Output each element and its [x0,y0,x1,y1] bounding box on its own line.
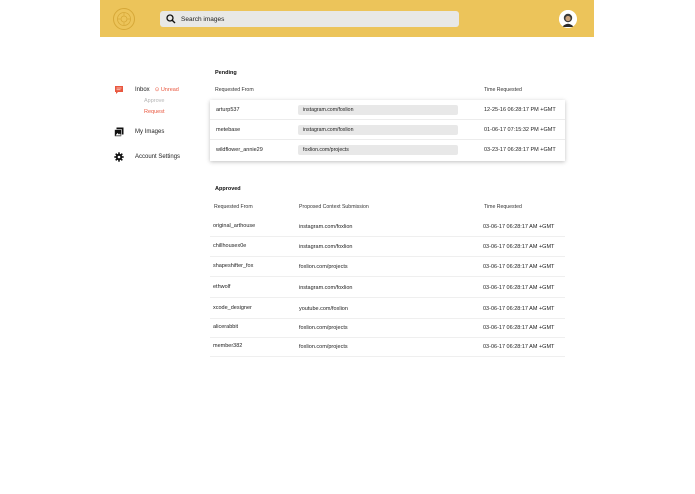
table-row[interactable]: arturp537 instagram.com/foxlion 12-25-16… [210,100,565,120]
time-requested: 12-25-16 06:28:17 PM +GMT [484,107,556,113]
submission-link[interactable]: foxlion.com/projects [299,344,348,350]
search-input[interactable] [181,15,441,23]
link-pill[interactable]: foxlion.com/projects [298,145,458,155]
table-row[interactable]: wildflower_annie29 foxlion.com/projects … [210,140,565,160]
account-settings-label: Account Settings [135,154,181,160]
requested-from: wildflower_annie29 [216,147,263,153]
table-row[interactable]: alicerabbit foxlion.com/projects 03-06-1… [210,318,565,338]
table-row[interactable]: member382 foxlion.com/projects 03-06-17 … [210,337,565,357]
approved-col-submission: Proposed Context Submission [299,204,369,210]
emblem-icon-graphic [117,12,131,26]
table-row[interactable]: shapeshifter_fox foxlion.com/projects 03… [210,257,565,277]
unread-badge: ⊙ Unread [154,87,179,93]
approved-col-time-requested: Time Requested [484,204,522,210]
requested-from: member382 [213,343,243,349]
inbox-label: Inbox [135,87,150,93]
time-requested: 03-06-17 06:28:17 AM +GMT [483,306,555,312]
emblem-icon[interactable] [113,8,135,30]
gear-icon [114,152,124,162]
submission-link[interactable]: foxlion.com/projects [299,325,348,331]
table-row[interactable]: metebase instagram.com/foxlion 01-06-17 … [210,120,565,140]
approved-title: Approved [215,186,241,192]
search-bar[interactable] [160,11,459,27]
pending-col-time-requested: Time Requested [484,87,522,93]
time-requested: 03-06-17 06:28:17 AM +GMT [483,344,555,350]
time-requested: 03-06-17 06:28:17 AM +GMT [483,325,555,331]
link-pill[interactable]: instagram.com/foxlion [298,125,458,135]
time-requested: 03-06-17 06:28:17 AM +GMT [483,224,555,230]
user-avatar[interactable] [559,10,577,28]
time-requested: 03-06-17 06:28:17 AM +GMT [483,264,555,270]
images-icon [114,127,124,137]
sidebar-item-my-images[interactable]: My Images [114,126,204,138]
chat-bubble-icon [115,86,123,94]
sidebar-item-account-settings[interactable]: Account Settings [114,151,204,163]
requested-from: chillhousex0e [213,243,247,249]
my-images-label: My Images [135,129,165,135]
pending-table: arturp537 instagram.com/foxlion 12-25-16… [210,100,565,161]
link-pill[interactable]: instagram.com/foxlion [298,105,458,115]
time-requested: 01-06-17 07:15:32 PM +GMT [484,127,556,133]
requested-from: ethwolf [213,284,231,290]
unread-label: Unread [160,87,179,93]
submission-link[interactable]: instagram.com/foxlion [299,224,353,230]
sidebar: Inbox ⊙ Unread Approve Request My Images… [114,84,204,163]
approved-col-requested-from: Requested From [214,204,253,210]
requested-from: metebase [216,127,241,133]
time-requested: 03-06-17 06:28:17 AM +GMT [483,285,555,291]
submission-link[interactable]: instagram.com/foxlion [299,244,353,250]
submission-link[interactable]: youtube.com/foxlion [299,306,348,312]
sidebar-sub-approve[interactable]: Approve [144,96,204,107]
sidebar-sub-request[interactable]: Request [144,107,204,118]
table-row[interactable]: xcode_designer youtube.com/foxlion 03-06… [210,299,565,319]
table-row[interactable]: ethwolf instagram.com/foxlion 03-06-17 0… [210,278,565,298]
requested-from: xcode_designer [213,305,252,311]
submission-link[interactable]: foxlion.com/projects [299,264,348,270]
pending-col-requested-from: Requested From [215,87,254,93]
requested-from: original_arthouse [213,223,256,229]
top-bar [100,0,594,37]
table-row[interactable]: chillhousex0e instagram.com/foxlion 03-0… [210,237,565,257]
time-requested: 03-06-17 06:28:17 AM +GMT [483,244,555,250]
submission-link[interactable]: instagram.com/foxlion [299,285,353,291]
requested-from: shapeshifter_fox [213,263,254,269]
requested-from: alicerabbit [213,324,239,330]
avatar-icon [559,10,577,28]
pending-title: Pending [215,70,237,76]
search-icon[interactable] [166,14,176,24]
sidebar-item-inbox[interactable]: Inbox ⊙ Unread [114,84,204,96]
requested-from: arturp537 [216,107,240,113]
table-row[interactable]: original_arthouse instagram.com/foxlion … [210,217,565,237]
time-requested: 03-23-17 06:28:17 PM +GMT [484,147,556,153]
